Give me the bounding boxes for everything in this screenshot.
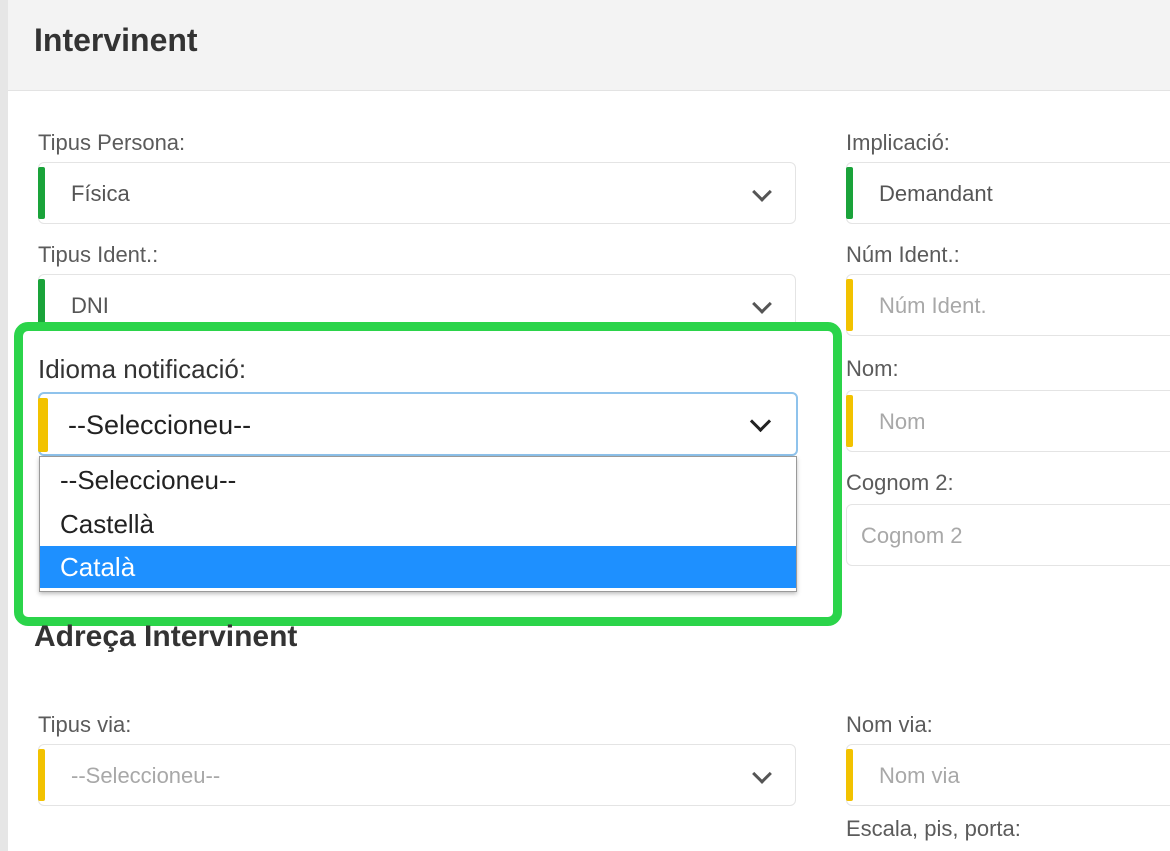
nom-via-placeholder: Nom via (879, 763, 960, 788)
tipus-ident-label: Tipus Ident.: (38, 242, 159, 267)
cognom2-input[interactable]: Cognom 2 (846, 504, 1170, 566)
idioma-notificacio-select[interactable]: --Seleccioneu-- (38, 392, 798, 456)
optional-indicator (846, 279, 853, 331)
implicacio-value: Demandant (879, 181, 993, 206)
idioma-dropdown-list: --Seleccioneu-- Castellà Català (39, 456, 797, 592)
required-indicator (38, 167, 45, 219)
nom-label: Nom: (846, 356, 899, 381)
tipus-ident-value: DNI (71, 293, 109, 318)
tipus-persona-label: Tipus Persona: (38, 130, 186, 155)
page-left-border (0, 0, 8, 851)
optional-indicator (38, 398, 48, 452)
cognom2-placeholder: Cognom 2 (861, 523, 963, 548)
chevron-down-icon (749, 410, 772, 433)
escala-label: Escala, pis, porta: (846, 816, 1021, 841)
num-ident-placeholder: Núm Ident. (879, 293, 987, 318)
chevron-down-icon (752, 764, 772, 784)
idioma-notificacio-label: Idioma notificació: (38, 354, 247, 384)
option-seleccioneu[interactable]: --Seleccioneu-- (40, 459, 796, 501)
tipus-via-label: Tipus via: (38, 712, 132, 737)
nom-via-input[interactable]: Nom via (846, 744, 1170, 806)
optional-indicator (38, 749, 45, 801)
num-ident-label: Núm Ident.: (846, 242, 960, 267)
nom-via-label: Nom via: (846, 712, 933, 737)
num-ident-input[interactable]: Núm Ident. (846, 274, 1170, 336)
chevron-down-icon (752, 294, 772, 314)
cognom2-label: Cognom 2: (846, 470, 954, 495)
address-section-title: Adreça Intervinent (34, 620, 298, 653)
optional-indicator (846, 395, 853, 447)
chevron-down-icon (752, 182, 772, 202)
tipus-via-select[interactable]: --Seleccioneu-- (38, 744, 796, 806)
implicacio-label: Implicació: (846, 130, 950, 155)
required-indicator (846, 167, 853, 219)
option-castella[interactable]: Castellà (40, 503, 796, 545)
tipus-persona-select[interactable]: Física (38, 162, 796, 224)
panel-title: Intervinent (34, 22, 198, 58)
nom-placeholder: Nom (879, 409, 926, 434)
optional-indicator (846, 749, 853, 801)
option-catala[interactable]: Català (40, 546, 796, 588)
nom-input[interactable]: Nom (846, 390, 1170, 452)
idioma-selected-value: --Seleccioneu-- (68, 410, 252, 440)
tipus-persona-value: Física (71, 181, 130, 206)
tipus-via-value: --Seleccioneu-- (71, 763, 221, 788)
implicacio-select[interactable]: Demandant (846, 162, 1170, 224)
